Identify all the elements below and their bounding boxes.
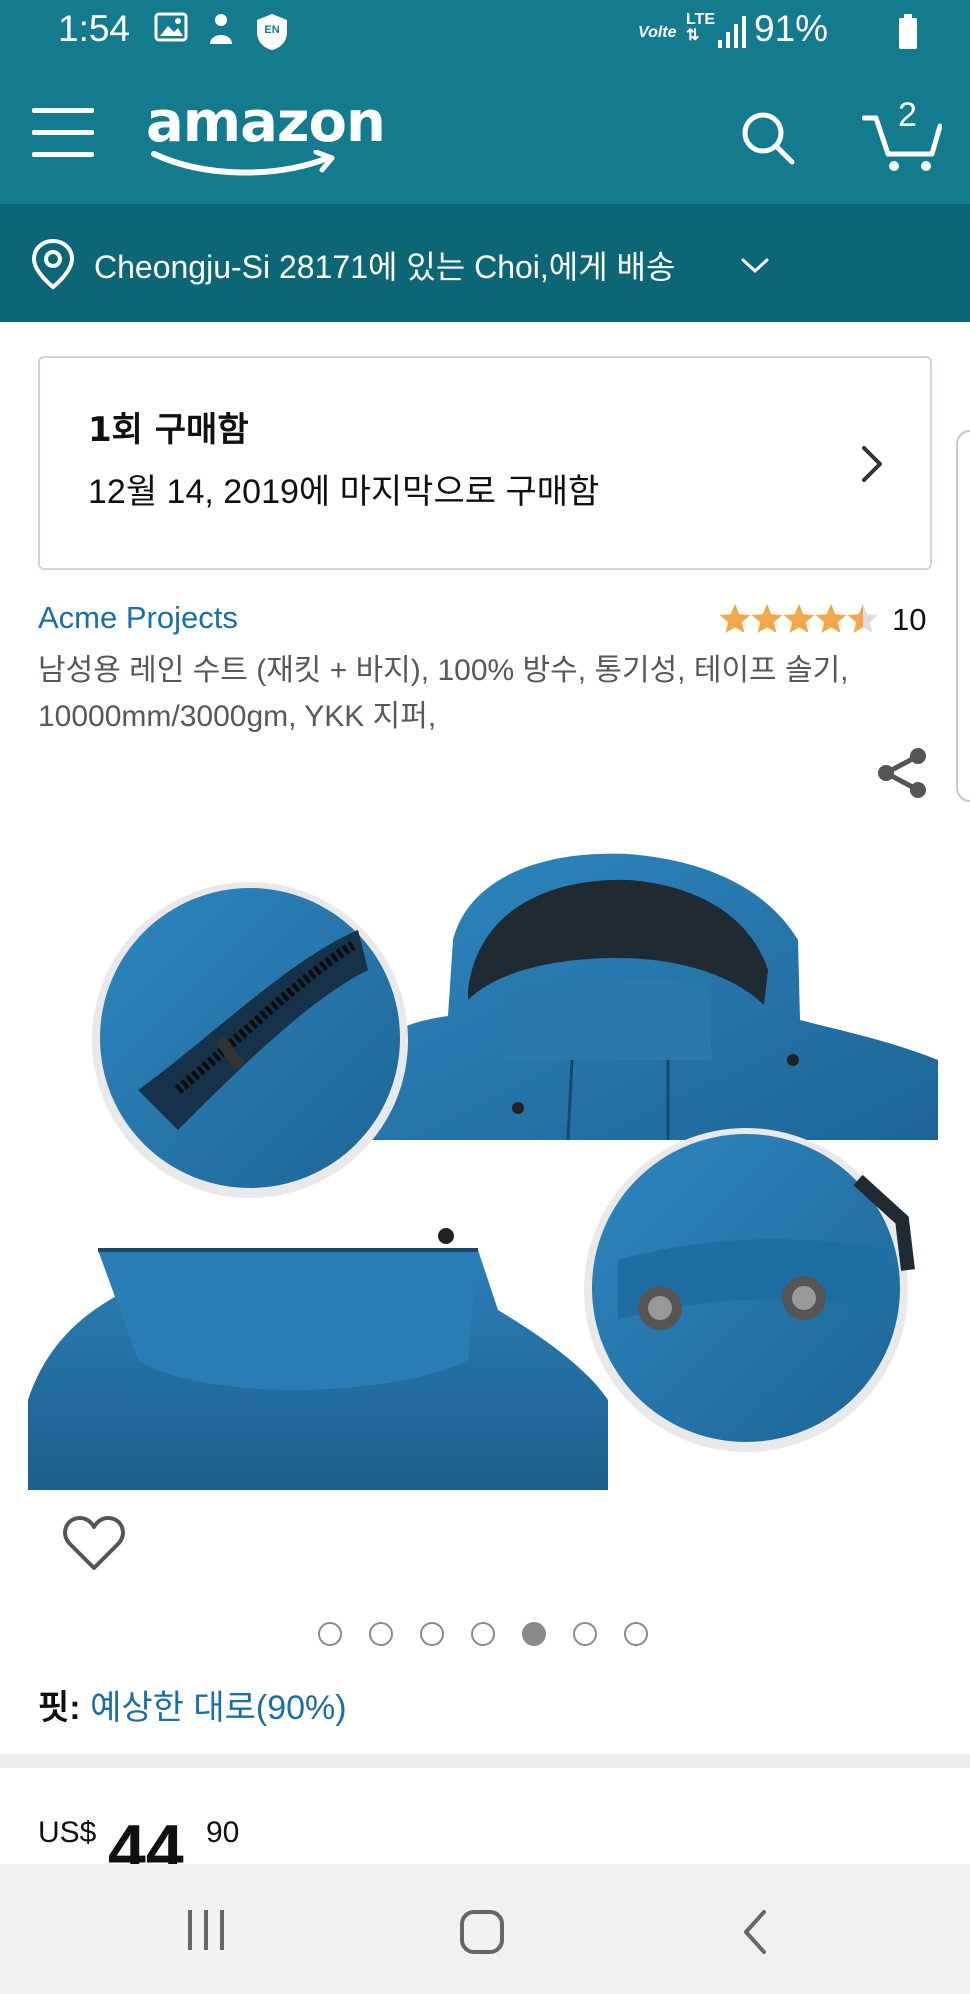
battery-percent: 91% (754, 8, 829, 49)
price-currency: US$ (38, 1816, 97, 1849)
fit-summary: 핏: 예상한 대로(90%) (38, 1680, 347, 1729)
shield-notification-icon: EN (257, 14, 287, 50)
hood-back-photo (28, 1228, 608, 1490)
gallery-notification-icon (154, 12, 188, 42)
snap-button-detail-photo (584, 1128, 915, 1452)
star-full-icon (751, 604, 783, 633)
home-button[interactable] (460, 1910, 504, 1954)
chevron-right-icon (862, 446, 882, 482)
chevron-down-icon (741, 258, 769, 274)
fit-label: 핏: (38, 1689, 81, 1727)
back-icon (744, 1910, 766, 1954)
share-button[interactable] (874, 744, 932, 802)
product-image[interactable] (28, 840, 942, 1490)
carousel-dot[interactable] (318, 1622, 342, 1646)
ime-badge-text: EN (264, 24, 279, 36)
fit-value-link[interactable]: 예상한 대로(90%) (90, 1689, 347, 1727)
recent-apps-button[interactable] (186, 1910, 230, 1950)
location-pin-icon (31, 238, 75, 290)
data-arrows-icon: ⇅ (686, 27, 700, 44)
jacket-hood-photo (360, 853, 938, 1141)
purchase-count: 1회 구매함 (88, 410, 249, 450)
carousel-dot[interactable] (624, 1622, 648, 1646)
last-purchase-date: 12월 14, 2019에 마지막으로 구매함 (88, 473, 600, 511)
amazon-logo[interactable]: amazon (146, 90, 386, 180)
wishlist-button[interactable] (62, 1514, 126, 1574)
lte-text: LTE (686, 11, 716, 28)
carousel-dot[interactable] (369, 1622, 393, 1646)
star-full-icon (719, 604, 751, 633)
cart-count-badge: 2 (898, 96, 917, 134)
product-title: 남성용 레인 수트 (재킷 + 바지), 100% 방수, 통기성, 테이프 솔… (38, 654, 849, 733)
carousel-dot[interactable] (471, 1622, 495, 1646)
section-divider (0, 1754, 970, 1768)
rating-count: 10 (892, 602, 927, 637)
person-notification-icon (210, 14, 232, 44)
delivery-location-text: Cheongju-Si 28171에 있는 Choi,에게 배송 (94, 249, 676, 285)
side-drawer-handle[interactable] (956, 430, 970, 802)
cart-button[interactable]: 2 (861, 96, 943, 172)
star-full-icon (815, 604, 847, 633)
share-icon (878, 748, 926, 798)
status-bar: 1:54 EN Volte LTE ⇅ 91% (0, 0, 970, 64)
menu-icon (32, 108, 94, 113)
system-nav-bar (0, 1864, 970, 1994)
price-fraction: 90 (206, 1816, 240, 1849)
star-full-icon (783, 604, 815, 633)
star-rating (719, 604, 879, 633)
lte-indicator: LTE ⇅ (686, 12, 715, 44)
zipper-detail-photo (92, 882, 408, 1198)
carousel-dot[interactable] (420, 1622, 444, 1646)
heart-icon (63, 1516, 125, 1570)
carousel-dot[interactable] (522, 1622, 546, 1646)
volte-indicator: Volte (638, 24, 677, 41)
search-icon (742, 112, 795, 165)
carousel-dot[interactable] (573, 1622, 597, 1646)
purchase-history-card[interactable]: 1회 구매함 12월 14, 2019에 마지막으로 구매함 (38, 356, 932, 570)
menu-button[interactable] (30, 104, 96, 162)
status-time: 1:54 (58, 8, 131, 49)
app-header: amazon 2 (0, 64, 970, 204)
recent-apps-icon (188, 1910, 192, 1950)
brand-link[interactable]: Acme Projects (38, 600, 238, 636)
delivery-location-bar[interactable]: Cheongju-Si 28171에 있는 Choi,에게 배송 (0, 204, 970, 322)
logo-smile-icon (151, 150, 335, 176)
signal-icon (718, 16, 746, 48)
back-button[interactable] (736, 1908, 776, 1956)
search-button[interactable] (738, 108, 798, 168)
battery-icon (899, 14, 917, 49)
rating-summary[interactable]: 10 (718, 600, 926, 640)
logo-text: amazon (146, 90, 386, 155)
